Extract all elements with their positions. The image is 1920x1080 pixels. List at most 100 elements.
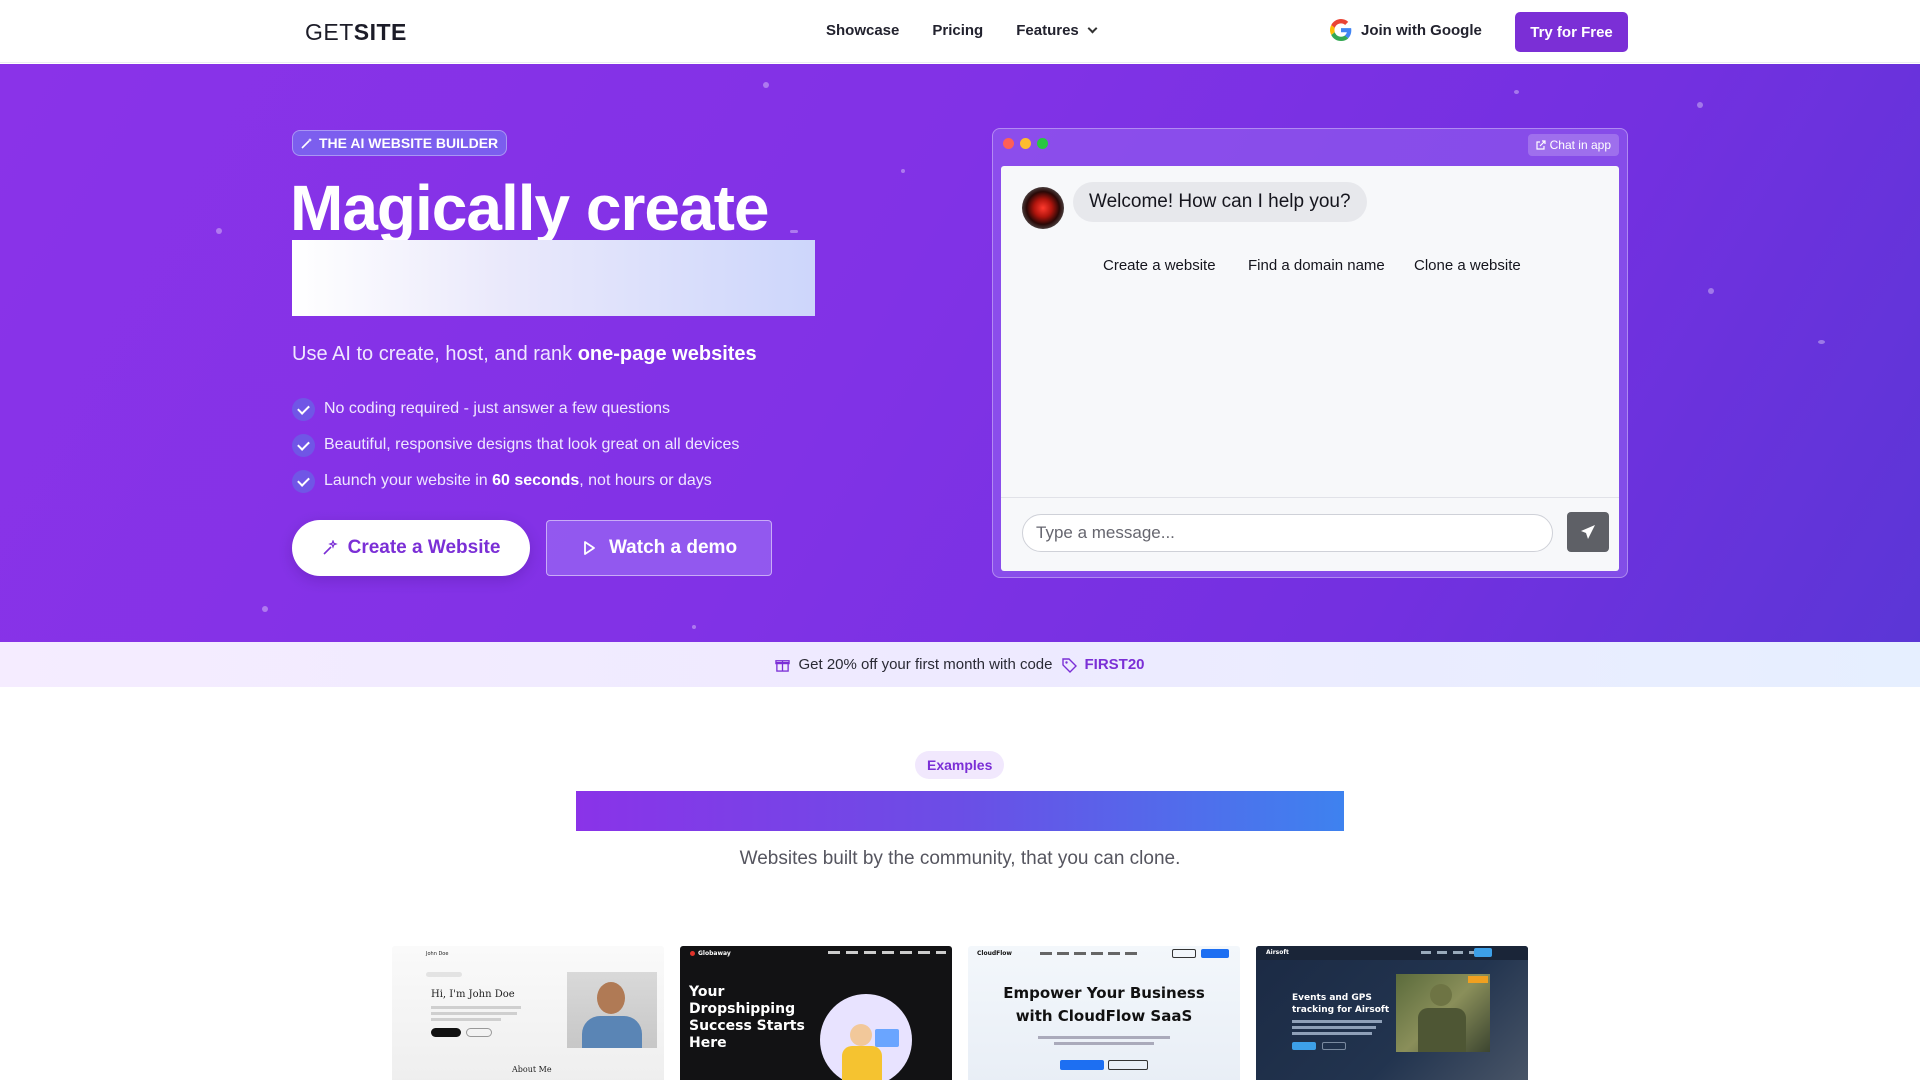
example-thumbnail-airsoft[interactable]: Airsoft Events and GPS tracking for Airs… [1256, 946, 1528, 1080]
nav-link-features-label: Features [1016, 22, 1079, 39]
hero-headline: Magically create [290, 172, 769, 244]
feature-text: Beautiful, responsive designs that look … [324, 436, 739, 454]
decor-dot [216, 228, 222, 234]
check-icon [292, 397, 315, 421]
promo-text: Get 20% off your first month with code [798, 656, 1053, 673]
window-maximize-dot[interactable] [1037, 138, 1048, 149]
chat-divider [1001, 497, 1619, 498]
feature-text-bold: 60 seconds [492, 472, 580, 489]
thumb-logo-dot [690, 951, 695, 956]
feature-text-part: Beautiful, responsive designs that look … [324, 436, 740, 453]
thumb-button [1060, 1060, 1104, 1070]
thumb-pill [426, 972, 462, 977]
google-icon [1330, 19, 1352, 41]
thumb-button [466, 1028, 492, 1037]
ai-builder-badge: THE AI WEBSITE BUILDER [292, 130, 508, 156]
chat-window: Chat in app Welcome! How can I help you?… [992, 128, 1628, 578]
feature-text: Launch your website in 60 seconds, not h… [324, 472, 712, 490]
hero-subline: Use AI to create, host, and rank one-pag… [292, 343, 757, 366]
suggestion-create-website[interactable]: Create a website [1103, 257, 1216, 274]
decor-dot [901, 169, 905, 173]
thumb-brand: Globaway [698, 950, 731, 957]
example-thumbnail-john-doe[interactable]: John Doe Hi, I'm John Doe About Me [392, 946, 664, 1080]
thumb-button [1172, 949, 1196, 958]
examples-subtitle: Websites built by the community, that yo… [739, 848, 1181, 869]
decor-dot [790, 230, 798, 233]
create-website-button[interactable]: Create a Website [292, 520, 530, 576]
thumb-button [1292, 1042, 1316, 1050]
check-icon [292, 433, 315, 457]
decor-dot [1514, 90, 1519, 94]
thumb-illustration [820, 994, 912, 1080]
subline-bold-text: one-page websites [577, 343, 757, 365]
thumb-brand: Airsoft [1266, 949, 1289, 956]
chevron-down-icon [1087, 23, 1098, 34]
thumb-button [1322, 1042, 1346, 1050]
thumb-button [1474, 948, 1492, 957]
try-for-free-button[interactable]: Try for Free [1515, 12, 1628, 52]
chat-in-app-button[interactable]: Chat in app [1527, 134, 1619, 156]
thumb-brand: John Doe [426, 951, 449, 957]
thumb-title: Hi, I'm John Doe [431, 989, 515, 1000]
thumb-footer: About Me [512, 1065, 552, 1074]
decor-dot [262, 606, 268, 612]
thumb-text-line [1292, 1020, 1382, 1023]
feature-text-part: , not hours or days [579, 472, 712, 489]
send-icon [1581, 525, 1595, 539]
check-icon [292, 469, 315, 493]
thumb-nav [1421, 951, 1481, 954]
suggestion-clone-website[interactable]: Clone a website [1414, 257, 1521, 274]
thumb-text-line [1054, 1042, 1154, 1045]
feature-text-part: No coding required - just answer a few q… [324, 400, 670, 417]
nav-link-showcase[interactable]: Showcase [826, 22, 899, 39]
example-thumbnail-globaway[interactable]: Globaway Your Dropshipping Success Start… [680, 946, 952, 1080]
promo-code[interactable]: FIRST20 [1085, 656, 1145, 673]
feature-item: No coding required - just answer a few q… [292, 391, 739, 427]
thumb-text-line [1038, 1036, 1170, 1039]
tag-icon [1061, 657, 1077, 673]
logo-light-text: GET [305, 19, 354, 45]
hero-section: THE AI WEBSITE BUILDER Magically create … [0, 64, 1920, 642]
external-link-icon [1536, 140, 1546, 150]
thumb-button [1201, 949, 1229, 958]
example-thumbnail-cloudflow[interactable]: CloudFlow Empower Your Business with Clo… [968, 946, 1240, 1080]
thumb-button [1108, 1060, 1148, 1070]
assistant-message: Welcome! How can I help you? [1073, 182, 1367, 222]
examples-heading-bar [576, 791, 1344, 831]
badge-label: THE AI WEBSITE BUILDER [319, 135, 499, 151]
thumb-button [431, 1028, 461, 1037]
logo-bold-text: SITE [353, 19, 407, 45]
assistant-avatar [1022, 187, 1064, 229]
nav-link-features[interactable]: Features [1016, 22, 1098, 39]
top-navbar: GETSITE Showcase Pricing Features Join w… [0, 0, 1920, 63]
join-with-google-label: Join with Google [1361, 21, 1482, 39]
play-icon [584, 541, 595, 555]
thumb-title: Empower Your Business with CloudFlow Saa… [1003, 984, 1205, 1025]
message-input[interactable]: Type a message... [1022, 514, 1553, 552]
gift-icon [775, 660, 791, 672]
chat-in-app-label: Chat in app [1549, 138, 1611, 152]
logo[interactable]: GETSITE [305, 19, 407, 46]
thumb-text-line [431, 1012, 517, 1015]
thumb-portrait [567, 972, 657, 1048]
join-with-google-button[interactable]: Join with Google [1330, 19, 1482, 41]
chat-body: Welcome! How can I help you? Create a we… [1001, 166, 1619, 571]
thumb-text-line [1292, 1026, 1376, 1029]
thumb-text-line [431, 1006, 521, 1009]
magic-wand-icon [301, 138, 312, 149]
create-website-label: Create a Website [347, 537, 501, 558]
decor-dot [1818, 340, 1825, 344]
decor-dot [763, 82, 769, 88]
thumb-title: Events and GPS tracking for Airsoft [1292, 993, 1390, 1015]
suggestion-find-domain[interactable]: Find a domain name [1248, 257, 1385, 274]
watch-demo-button[interactable]: Watch a demo [546, 520, 772, 576]
examples-chip: Examples [915, 751, 1005, 779]
watch-demo-label: Watch a demo [608, 537, 738, 558]
sparkle-icon [323, 540, 338, 555]
nav-link-pricing[interactable]: Pricing [932, 22, 983, 39]
window-minimize-dot[interactable] [1020, 138, 1031, 149]
thumb-text-line [1292, 1032, 1372, 1035]
feature-text-part: Launch your website in [324, 472, 493, 489]
window-close-dot[interactable] [1003, 138, 1014, 149]
send-button[interactable] [1567, 512, 1609, 552]
